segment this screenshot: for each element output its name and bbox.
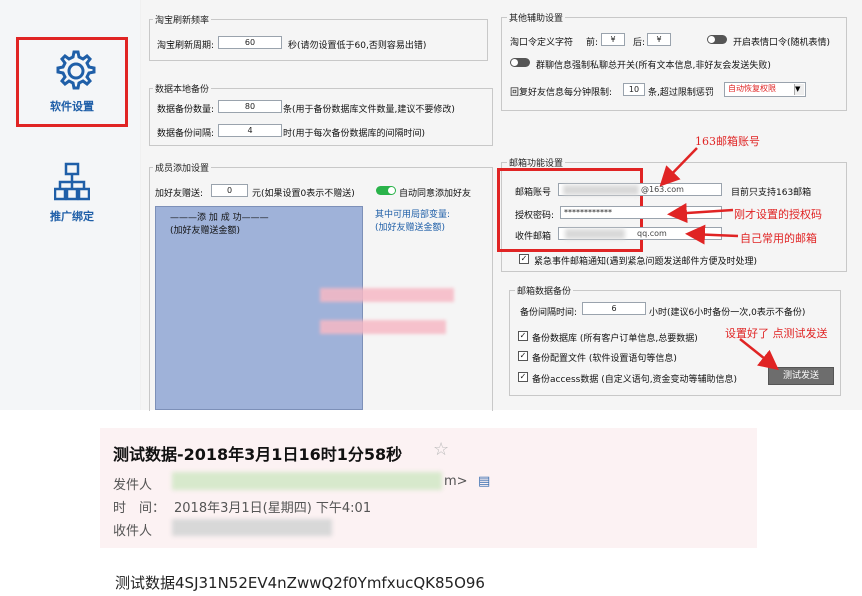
sidebar-item-promo[interactable]: 推广绑定 — [16, 155, 128, 245]
arrow-receive — [685, 224, 739, 245]
sender-label: 发件人 — [113, 478, 153, 493]
org-chart-icon — [54, 162, 90, 201]
arrow-auth — [667, 203, 734, 223]
settings-panel: 淘宝刷新频率 淘宝刷新周期: 60 秒(请勿设置低于60,否则容易出错) 数据本… — [141, 0, 862, 411]
redacted-text — [172, 519, 332, 536]
star-icon[interactable]: ☆ — [433, 439, 449, 460]
email-header-card: 测试数据-2018年3月1日16时1分58秒 ☆ 发件人 m> ▤ 时 间： 2… — [100, 428, 757, 548]
sender-address-tail: m> — [444, 474, 468, 489]
sidebar: 软件设置 推广绑定 — [0, 0, 140, 410]
redacted-text — [172, 472, 442, 490]
sidebar-item-label: 软件设置 — [50, 100, 94, 113]
recipient-label: 收件人 — [113, 524, 153, 539]
time-label: 时 间： — [113, 501, 166, 516]
email-body: 测试数据4SJ31N52EV4nZwwQ2f0YmfxucQK85O96 — [115, 574, 485, 592]
sidebar-item-label: 推广绑定 — [50, 210, 94, 223]
email-subject: 测试数据-2018年3月1日16时1分58秒 — [113, 445, 403, 464]
contact-card-icon[interactable]: ▤ — [478, 474, 490, 489]
time-value: 2018年3月1日(星期四) 下午4:01 — [174, 501, 372, 516]
app-window: 软件设置 推广绑定 淘宝刷新频率 淘宝刷新周期: 60 秒(请勿设置低于60,否… — [0, 0, 862, 411]
gear-icon — [56, 50, 96, 90]
arrow-163 — [659, 147, 698, 187]
sidebar-item-settings[interactable]: 软件设置 — [16, 37, 128, 127]
arrow-test — [739, 338, 779, 371]
annotation-arrows — [659, 147, 779, 371]
